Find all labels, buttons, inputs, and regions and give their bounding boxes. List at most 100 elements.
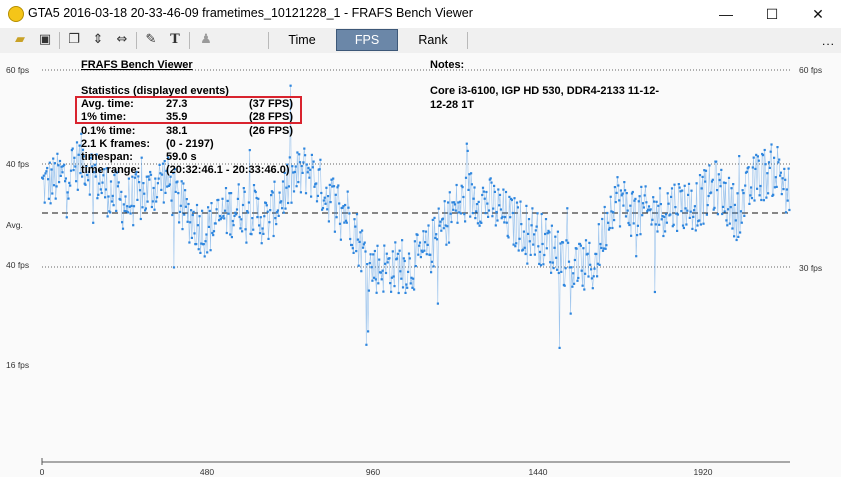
fps-point <box>172 266 176 269</box>
fps-point <box>424 241 427 244</box>
fps-point <box>596 275 599 278</box>
fps-point <box>285 186 288 189</box>
fps-point <box>760 198 763 202</box>
tab-fps[interactable]: FPS <box>336 29 398 51</box>
fps-point <box>669 213 672 216</box>
fps-point <box>375 291 378 294</box>
fps-point <box>46 166 49 170</box>
fps-point <box>442 227 445 230</box>
fps-point <box>149 170 152 174</box>
fps-point <box>315 182 318 185</box>
fps-point <box>273 180 276 183</box>
more-button[interactable]: ... <box>822 34 835 48</box>
fps-point <box>412 277 415 280</box>
fps-point <box>142 182 145 185</box>
fps-point <box>332 185 336 188</box>
text-icon[interactable]: T <box>167 32 183 48</box>
fps-point <box>629 204 632 207</box>
stat-value: (20:32:46.1 - 20:33:46.0) <box>166 164 290 176</box>
tab-rank[interactable]: Rank <box>402 29 464 51</box>
fps-point <box>431 218 434 221</box>
fps-point <box>182 182 185 185</box>
fps-point <box>461 186 464 189</box>
fps-point <box>694 229 697 232</box>
fps-point <box>395 257 399 260</box>
fps-point <box>308 176 311 179</box>
fit-horizontal-icon[interactable]: ⇔ <box>114 32 130 48</box>
fps-point <box>56 152 59 155</box>
fps-point <box>733 203 736 206</box>
fps-point <box>764 163 767 166</box>
fps-point <box>489 177 492 180</box>
copy-icon[interactable]: ❐ <box>66 32 82 48</box>
fps-point <box>654 223 657 226</box>
fps-point <box>658 223 661 226</box>
fps-point <box>787 167 790 170</box>
open-folder-icon[interactable]: ▰ <box>12 32 28 48</box>
fps-point <box>256 216 259 219</box>
fps-point <box>469 215 472 218</box>
fps-point <box>235 208 239 211</box>
fps-point <box>57 164 60 167</box>
fps-point <box>250 233 253 236</box>
fps-point <box>313 185 316 188</box>
fps-point <box>637 200 640 203</box>
fps-point <box>185 198 188 201</box>
fps-point <box>293 170 296 174</box>
fps-point <box>521 248 525 251</box>
fps-point <box>430 260 433 263</box>
fps-point <box>248 149 251 152</box>
fps-point <box>550 224 553 227</box>
tab-time[interactable]: Time <box>272 29 332 51</box>
stats-title: Statistics (displayed events) <box>81 85 229 97</box>
fps-point <box>361 246 365 249</box>
fps-point <box>356 238 359 241</box>
fps-point <box>297 181 300 184</box>
close-button[interactable]: ✕ <box>795 0 841 28</box>
fps-point <box>304 192 308 195</box>
fps-point <box>181 228 184 231</box>
fps-point <box>210 202 213 205</box>
save-icon[interactable]: ▣ <box>37 32 53 48</box>
wrench-icon[interactable]: ✎ <box>143 32 159 48</box>
fps-point <box>553 246 556 249</box>
maximize-button[interactable]: ☐ <box>749 0 795 28</box>
user-icon[interactable]: ♟ <box>198 32 214 48</box>
fps-point <box>366 263 369 266</box>
fps-point <box>321 207 325 210</box>
fps-chart: 60 fps 40 fps Avg. 40 fps 16 fps 60 fps … <box>6 59 822 477</box>
fps-point <box>170 199 173 202</box>
fps-point <box>463 213 466 216</box>
fit-vertical-icon[interactable]: ⇕ <box>90 32 106 48</box>
fps-point <box>107 195 110 198</box>
minimize-button[interactable]: — <box>703 0 749 28</box>
fps-point <box>183 213 186 216</box>
fps-point <box>350 243 353 247</box>
fps-point <box>258 232 262 235</box>
stat-extra: (26 FPS) <box>249 125 293 137</box>
chart-area[interactable]: 60 fps 40 fps Avg. 40 fps 16 fps 60 fps … <box>0 53 841 477</box>
fps-point <box>726 224 729 227</box>
fps-point <box>251 217 254 220</box>
fps-point <box>212 234 215 237</box>
fps-point <box>329 201 332 204</box>
fps-point <box>459 212 462 215</box>
fps-point <box>708 164 711 167</box>
window-title: GTA5 2016-03-18 20-33-46-09 frametimes_1… <box>28 6 473 20</box>
fps-point <box>686 209 689 212</box>
fps-point <box>615 191 618 194</box>
toolbar-separator <box>189 32 190 49</box>
fps-point <box>318 168 321 171</box>
fps-point <box>767 192 770 195</box>
fps-point <box>247 211 250 214</box>
fps-point <box>577 276 580 280</box>
fps-point <box>398 249 401 252</box>
title-bar: GTA5 2016-03-18 20-33-46-09 frametimes_1… <box>0 0 841 28</box>
fps-point <box>527 218 531 221</box>
fps-point <box>363 241 366 244</box>
fps-point <box>472 197 475 200</box>
fps-point <box>422 230 425 233</box>
fps-point <box>209 249 212 252</box>
fps-point <box>584 272 587 275</box>
fps-point <box>290 201 293 204</box>
